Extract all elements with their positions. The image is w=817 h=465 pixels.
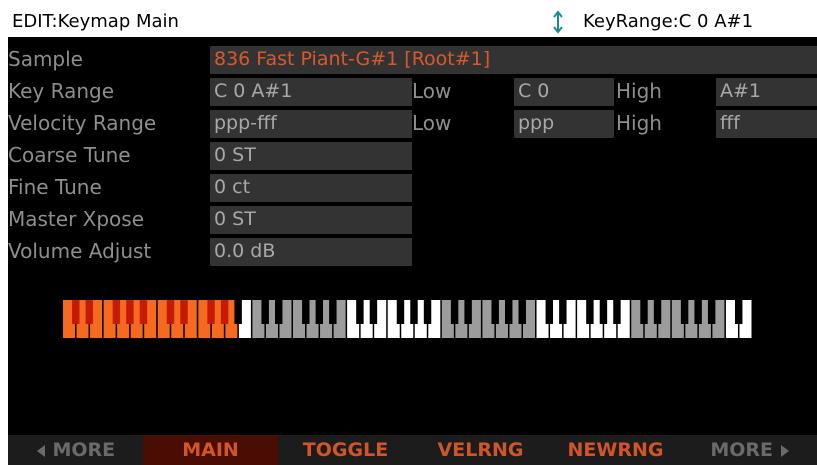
- black-key[interactable]: [707, 300, 716, 324]
- velocity-range-high-value[interactable]: fff: [716, 110, 817, 138]
- key-range-high-value[interactable]: A#1: [716, 78, 817, 106]
- black-key[interactable]: [450, 300, 459, 324]
- key-range-value[interactable]: C 0 A#1: [210, 78, 412, 106]
- softkey-velrng-label: VELRNG: [437, 439, 524, 461]
- right-triangle-icon: [780, 444, 789, 457]
- volume-adjust-value[interactable]: 0.0 dB: [210, 238, 412, 266]
- black-key[interactable]: [735, 300, 743, 324]
- key-range-low-label: Low: [412, 79, 452, 103]
- softkey-toggle-label: TOGGLE: [302, 439, 389, 461]
- softkey-bar: MORE MAIN TOGGLE VELRNG NEWRNG MORE: [8, 435, 817, 465]
- softkey-main[interactable]: MAIN: [143, 435, 278, 465]
- coarse-tune-value[interactable]: 0 ST: [210, 142, 412, 170]
- coarse-tune-row: Coarse Tune 0 ST: [8, 140, 817, 170]
- black-key[interactable]: [491, 300, 499, 324]
- black-key[interactable]: [599, 300, 608, 324]
- fine-tune-label: Fine Tune: [8, 175, 102, 199]
- softkey-more-left[interactable]: MORE: [8, 435, 143, 465]
- black-key[interactable]: [315, 300, 324, 324]
- softkey-newrng[interactable]: NEWRNG: [548, 435, 683, 465]
- velocity-range-label: Velocity Range: [8, 111, 157, 135]
- black-key[interactable]: [640, 300, 648, 324]
- fine-tune-row: Fine Tune 0 ct: [8, 172, 817, 202]
- softkey-velrng[interactable]: VELRNG: [413, 435, 548, 465]
- coarse-tune-label: Coarse Tune: [8, 143, 131, 167]
- velocity-range-row: Velocity Range ppp-fff Low ppp High fff: [8, 108, 817, 138]
- softkey-main-label: MAIN: [182, 439, 239, 461]
- softkey-more-right-label: MORE: [710, 439, 774, 461]
- key-range-row: Key Range C 0 A#1 Low C 0 High A#1: [8, 76, 817, 106]
- black-key[interactable]: [369, 300, 378, 324]
- master-xpose-label: Master Xpose: [8, 207, 145, 231]
- black-key[interactable]: [234, 300, 242, 324]
- black-key[interactable]: [680, 300, 689, 324]
- black-key[interactable]: [85, 300, 94, 324]
- master-xpose-row: Master Xpose 0 ST: [8, 204, 817, 234]
- key-range-high-label: High: [616, 79, 662, 103]
- volume-adjust-row: Volume Adjust 0.0 dB: [8, 236, 817, 266]
- sample-row: Sample 836 Fast Piant-G#1 [Root#1]: [8, 44, 817, 74]
- black-key[interactable]: [396, 300, 405, 324]
- velocity-range-high-label: High: [616, 111, 662, 135]
- velocity-range-low-value[interactable]: ppp: [514, 110, 614, 138]
- black-key[interactable]: [356, 300, 364, 324]
- sample-value[interactable]: 836 Fast Piant-G#1 [Root#1]: [210, 46, 817, 74]
- header-bar: EDIT:Keymap Main KeyRange:C 0 A#1: [8, 7, 817, 37]
- master-xpose-value[interactable]: 0 ST: [210, 206, 412, 234]
- softkey-toggle[interactable]: TOGGLE: [278, 435, 413, 465]
- black-key[interactable]: [505, 300, 513, 324]
- black-key[interactable]: [126, 300, 134, 324]
- black-key[interactable]: [207, 300, 215, 324]
- up-down-arrow-icon: [553, 10, 563, 34]
- black-key[interactable]: [653, 300, 662, 324]
- softkey-more-right[interactable]: MORE: [683, 435, 817, 465]
- black-key[interactable]: [261, 300, 269, 324]
- sample-label: Sample: [8, 47, 83, 71]
- black-key[interactable]: [613, 300, 621, 324]
- black-key[interactable]: [166, 300, 175, 324]
- black-key[interactable]: [180, 300, 188, 324]
- black-key[interactable]: [139, 300, 148, 324]
- softkey-more-left-label: MORE: [52, 439, 116, 461]
- black-key[interactable]: [329, 300, 337, 324]
- velocity-range-low-label: Low: [412, 111, 452, 135]
- black-key[interactable]: [559, 300, 567, 324]
- black-key[interactable]: [423, 300, 432, 324]
- page-title: EDIT:Keymap Main: [12, 11, 179, 32]
- velocity-range-value[interactable]: ppp-fff: [210, 110, 412, 138]
- volume-adjust-label: Volume Adjust: [8, 239, 152, 263]
- black-key[interactable]: [302, 300, 310, 324]
- keyrange-status: KeyRange:C 0 A#1: [583, 11, 754, 32]
- fine-tune-value[interactable]: 0 ct: [210, 174, 412, 202]
- softkey-newrng-label: NEWRNG: [567, 439, 664, 461]
- key-range-label: Key Range: [8, 79, 115, 103]
- black-key[interactable]: [112, 300, 121, 324]
- screen: EDIT:Keymap Main KeyRange:C 0 A#1 Sample…: [8, 7, 817, 465]
- left-triangle-icon: [36, 444, 45, 457]
- black-key[interactable]: [464, 300, 472, 324]
- key-range-low-value[interactable]: C 0: [514, 78, 614, 106]
- black-key[interactable]: [220, 300, 229, 324]
- black-key[interactable]: [694, 300, 702, 324]
- black-key[interactable]: [586, 300, 594, 324]
- black-key[interactable]: [545, 300, 554, 324]
- black-key[interactable]: [275, 300, 283, 324]
- black-key[interactable]: [72, 300, 80, 324]
- keymap-keyboard[interactable]: [63, 300, 753, 338]
- black-key[interactable]: [518, 300, 526, 324]
- black-key[interactable]: [410, 300, 418, 324]
